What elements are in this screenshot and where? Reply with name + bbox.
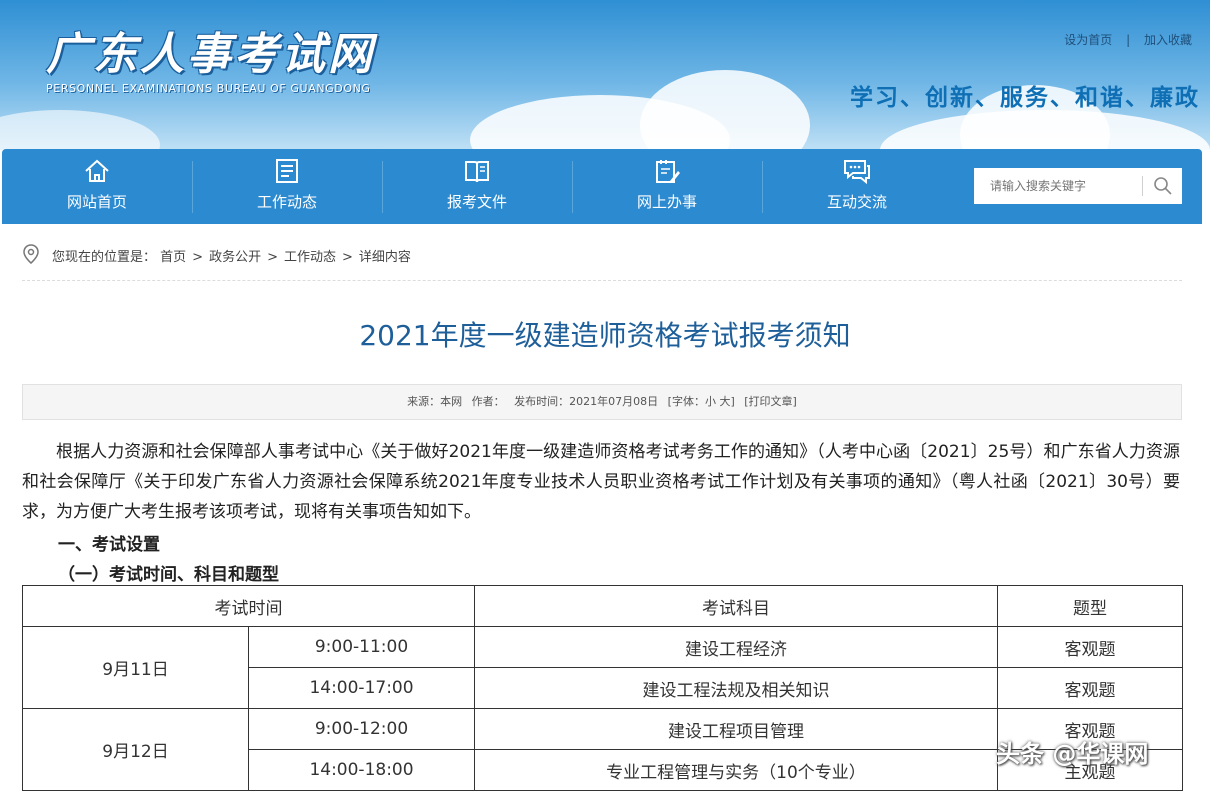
divider [22,280,1182,281]
article-intro: 根据人力资源和社会保障部人事考试中心《关于做好2021年度一级建造师资格考试考务… [22,442,1180,522]
search-box [974,168,1182,204]
exam-date: 9月12日 [22,708,249,791]
nav-item-exam-files[interactable]: 报考文件 [382,149,572,224]
home-icon [85,159,109,182]
nav-item-work-news[interactable]: 工作动态 [192,149,382,224]
breadcrumb-home[interactable]: 首页 [160,250,186,265]
breadcrumb-arrow: > [342,250,353,265]
chat-icon [844,160,870,185]
exam-subject: 建设工程法规及相关知识 [474,667,998,709]
exam-subject: 建设工程经济 [474,626,998,668]
section-heading: 一、考试设置 [58,535,160,555]
breadcrumb-current: 详细内容 [358,250,411,265]
set-homepage-link[interactable]: 设为首页 [1064,33,1112,47]
breadcrumb-arrow: > [267,250,278,265]
location-pin-icon [23,244,39,264]
nav-item-online-service[interactable]: 网上办事 [572,149,762,224]
meta-author: 作者： [471,395,505,408]
breadcrumb-gov-affairs[interactable]: 政务公开 [209,250,261,265]
exam-subject: 专业工程管理与实务（10个专业） [474,749,998,791]
link-separator: | [1126,33,1131,47]
table-header-row: 考试时间 考试科目 题型 [22,585,1183,627]
nav-label: 网上办事 [636,193,697,211]
main-nav: 网站首页 工作动态 报考文件 网上办事 互动交流 请输入搜索关键字 [2,149,1202,224]
table-header: 考试时间 [22,585,475,627]
nav-label: 网站首页 [66,193,127,211]
question-type: 客观题 [997,626,1183,668]
question-type: 客观题 [997,667,1183,709]
subsection-heading: （一）考试时间、科目和题型 [58,565,279,585]
exam-time: 14:00-17:00 [248,667,475,709]
article-meta: 来源：本网 作者： 发布时间：2021年07月08日 [字体：小 大] [打印文… [22,384,1182,420]
font-size-toggle[interactable]: [字体：小 大] [668,395,735,408]
top-links: 设为首页 | 加入收藏 [1062,31,1194,48]
exam-date: 9月11日 [22,626,249,709]
article-title: 2021年度一级建造师资格考试报考须知 [359,319,851,352]
add-favorite-link[interactable]: 加入收藏 [1144,33,1192,47]
slogan: 学习、创新、服务、和谐、廉政 [850,85,1200,111]
nav-label: 报考文件 [446,193,507,211]
table-header: 考试科目 [474,585,998,627]
breadcrumb-arrow: > [192,250,204,265]
table-row: 9月11日 9:00-11:00 建设工程经济 客观题 [22,626,1183,709]
exam-subject: 建设工程项目管理 [474,708,998,750]
watermark: 头条 @华课网 [996,740,1149,768]
book-icon [465,161,489,183]
nav-item-interaction[interactable]: 互动交流 [762,149,952,224]
search-divider [1142,176,1143,196]
cloud-decoration [640,70,810,150]
breadcrumb-work-news[interactable]: 工作动态 [284,250,336,265]
exam-time: 9:00-11:00 [248,626,475,668]
meta-source: 来源：本网 [407,395,463,408]
site-logo[interactable]: 广东人事考试网 [46,18,375,82]
header-banner: 广东人事考试网 PERSONNEL EXAMINATIONS BUREAU OF… [0,0,1210,150]
print-link[interactable]: [打印文章] [744,395,797,408]
meta-publish-time: 发布时间：2021年07月08日 [514,395,659,408]
nav-label: 互动交流 [826,193,887,211]
exam-time: 14:00-18:00 [248,749,475,791]
list-icon [276,159,298,183]
search-icon[interactable] [1152,175,1174,197]
search-input[interactable] [974,168,1150,204]
table-header: 题型 [997,585,1183,627]
exam-time: 9:00-12:00 [248,708,475,750]
breadcrumb-prefix: 您现在的位置是： [52,250,157,265]
nav-item-home[interactable]: 网站首页 [2,149,192,224]
site-logo-english: PERSONNEL EXAMINATIONS BUREAU OF GUANGDO… [46,82,371,95]
edit-icon [656,160,680,183]
cloud-decoration [0,110,160,150]
nav-label: 工作动态 [256,193,317,211]
